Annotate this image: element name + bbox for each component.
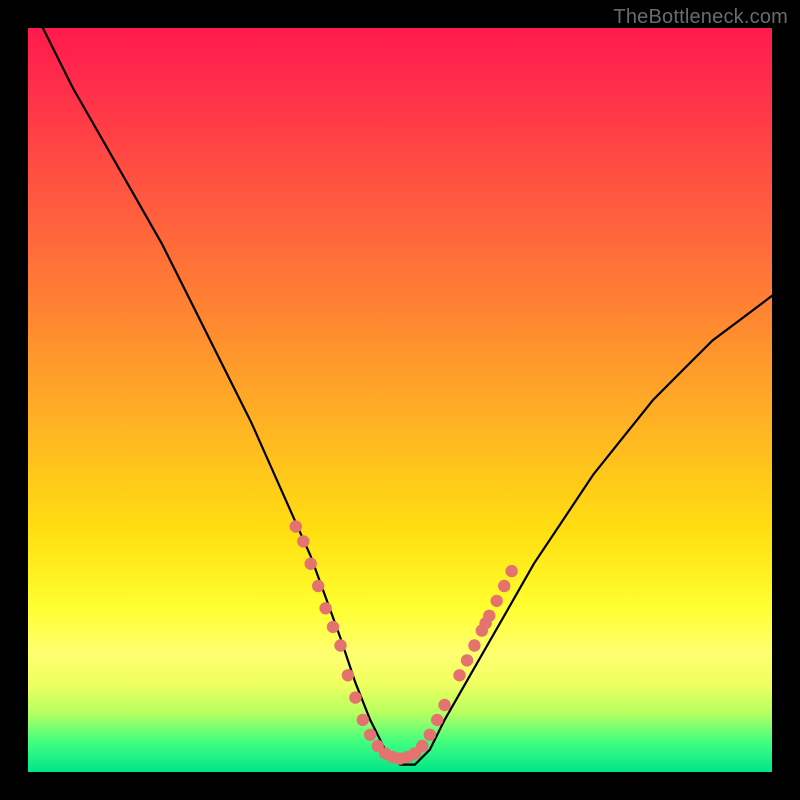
marker-dot: [453, 669, 465, 681]
marker-dot: [290, 520, 302, 532]
chart-plot-area: [28, 28, 772, 772]
marker-dot: [312, 580, 324, 592]
marker-dot: [305, 558, 317, 570]
chart-svg: [28, 28, 772, 772]
marker-dot: [334, 639, 346, 651]
marker-dot: [483, 610, 495, 622]
watermark-text: TheBottleneck.com: [613, 6, 788, 29]
marker-dot: [468, 639, 480, 651]
marker-dot: [438, 699, 450, 711]
marker-dot: [297, 535, 309, 547]
marker-dot: [498, 580, 510, 592]
marker-dot: [505, 565, 517, 577]
marker-dot: [461, 654, 473, 666]
marker-dot: [364, 729, 376, 741]
marker-dot: [357, 714, 369, 726]
curve-markers: [290, 520, 518, 765]
marker-dot: [349, 691, 361, 703]
bottleneck-curve: [43, 28, 772, 765]
chart-frame: TheBottleneck.com: [0, 0, 800, 800]
marker-dot: [416, 740, 428, 752]
marker-dot: [424, 729, 436, 741]
marker-dot: [319, 602, 331, 614]
marker-dot: [327, 621, 339, 633]
marker-dot: [431, 714, 443, 726]
marker-dot: [491, 595, 503, 607]
marker-dot: [342, 669, 354, 681]
